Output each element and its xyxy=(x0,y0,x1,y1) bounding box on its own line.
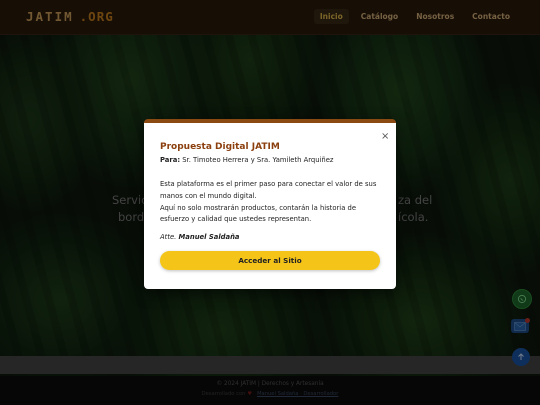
signature-name: Manuel Saldaña xyxy=(178,233,240,241)
close-icon[interactable]: × xyxy=(381,132,389,142)
modal-body-line: Esta plataforma es el primer paso para c… xyxy=(160,180,377,188)
signature-prefix: Atte. xyxy=(160,233,177,241)
modal-title: Propuesta Digital JATIM xyxy=(160,142,280,152)
modal-body-line: manos con el mundo digital. xyxy=(160,191,257,200)
modal-recipient: Para: Sr. Timoteo Herrera y Sra. Yamilet… xyxy=(160,156,333,164)
recipient-label: Para: xyxy=(160,156,181,164)
modal-signature: Atte. Manuel Saldaña xyxy=(160,233,240,241)
modal-body-line: esfuerzo y calidad que ustedes represent… xyxy=(160,215,312,224)
enter-site-button[interactable]: Acceder al Sitio xyxy=(160,251,380,270)
recipient-names: Sr. Timoteo Herrera y Sra. Yamileth Arqu… xyxy=(182,156,334,164)
welcome-modal: × Propuesta Digital JATIM Para: Sr. Timo… xyxy=(144,119,396,289)
modal-body: Esta plataforma es el primer paso para c… xyxy=(160,179,382,226)
modal-body-line: Aquí no solo mostrarán productos, contar… xyxy=(160,203,357,212)
